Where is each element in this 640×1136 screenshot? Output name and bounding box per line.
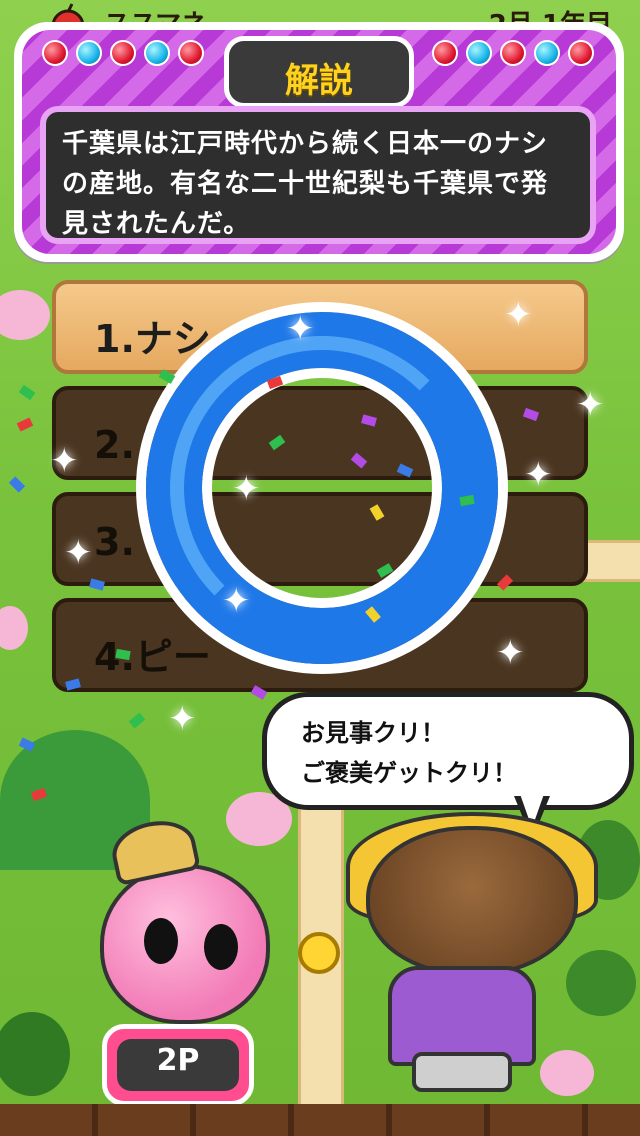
board-ground	[0, 1104, 640, 1136]
player-badge-label: 2P	[156, 1043, 200, 1078]
speech-text: お見事クリ！ ご褒美ゲットクリ！	[301, 713, 517, 793]
correct-circle-highlight	[170, 336, 474, 640]
light-bulb-icon	[178, 40, 204, 66]
sparkle-icon: ✦	[232, 469, 261, 509]
player-badge: 2P	[102, 1024, 254, 1106]
lights-left	[42, 40, 204, 66]
sparkle-icon: ✦	[222, 581, 251, 621]
answer-choice-label: 3.	[94, 520, 135, 564]
player-badge-inner: 2P	[117, 1039, 239, 1091]
sparkle-icon: ✦	[496, 633, 525, 673]
answer-choice-label: 1.ナシ	[94, 317, 211, 361]
tree-blossom	[0, 290, 50, 340]
sparkle-icon: ✦	[64, 533, 93, 573]
speech-line: ご褒美ゲットクリ！	[301, 759, 517, 787]
character-eye	[204, 924, 238, 970]
light-bulb-icon	[568, 40, 594, 66]
tree-blossom	[540, 1050, 594, 1096]
sparkle-icon: ✦	[504, 295, 533, 335]
explanation-body: 千葉県は江戸時代から続く日本一のナシ の産地。有名な二十世紀梨も千葉県で発 見さ…	[40, 106, 596, 244]
lights-right	[432, 40, 594, 66]
explanation-line: 見されたんだ。	[62, 209, 251, 239]
explanation-panel: 解説 千葉県は江戸時代から続く日本一のナシ の産地。有名な二十世紀梨も千葉県で発…	[14, 22, 624, 262]
tree-blossom	[0, 606, 28, 650]
sparkle-icon: ✦	[286, 309, 315, 349]
sparkle-icon: ✦	[524, 455, 553, 495]
speech-line: お見事クリ！	[301, 719, 445, 747]
light-bulb-icon	[144, 40, 170, 66]
sparkle-icon: ✦	[168, 699, 197, 739]
explanation-line: の産地。有名な二十世紀梨も千葉県で発	[62, 169, 549, 199]
answer-choice-label: 4.ピー	[94, 635, 211, 679]
light-bulb-icon	[42, 40, 68, 66]
board-coin-icon	[298, 932, 340, 974]
sparkle-icon: ✦	[576, 385, 605, 425]
explanation-title-tab: 解説	[224, 36, 414, 108]
light-bulb-icon	[76, 40, 102, 66]
explanation-line: 千葉県は江戸時代から続く日本一のナシ	[62, 129, 549, 159]
sparkle-icon: ✦	[50, 441, 79, 481]
speech-bubble: お見事クリ！ ご褒美ゲットクリ！	[262, 692, 634, 810]
light-bulb-icon	[432, 40, 458, 66]
explanation-text: 千葉県は江戸時代から続く日本一のナシ の産地。有名な二十世紀梨も千葉県で発 見さ…	[62, 124, 576, 244]
light-bulb-icon	[534, 40, 560, 66]
explanation-title: 解説	[285, 61, 353, 101]
character-coat	[388, 966, 536, 1066]
light-bulb-icon	[466, 40, 492, 66]
tree-grape	[566, 950, 636, 1016]
light-bulb-icon	[500, 40, 526, 66]
character-eye	[144, 918, 178, 964]
player-character-body	[100, 864, 270, 1024]
light-bulb-icon	[110, 40, 136, 66]
character-head	[366, 826, 578, 976]
tree-chestnut	[0, 1012, 70, 1096]
character-legs	[412, 1052, 512, 1092]
